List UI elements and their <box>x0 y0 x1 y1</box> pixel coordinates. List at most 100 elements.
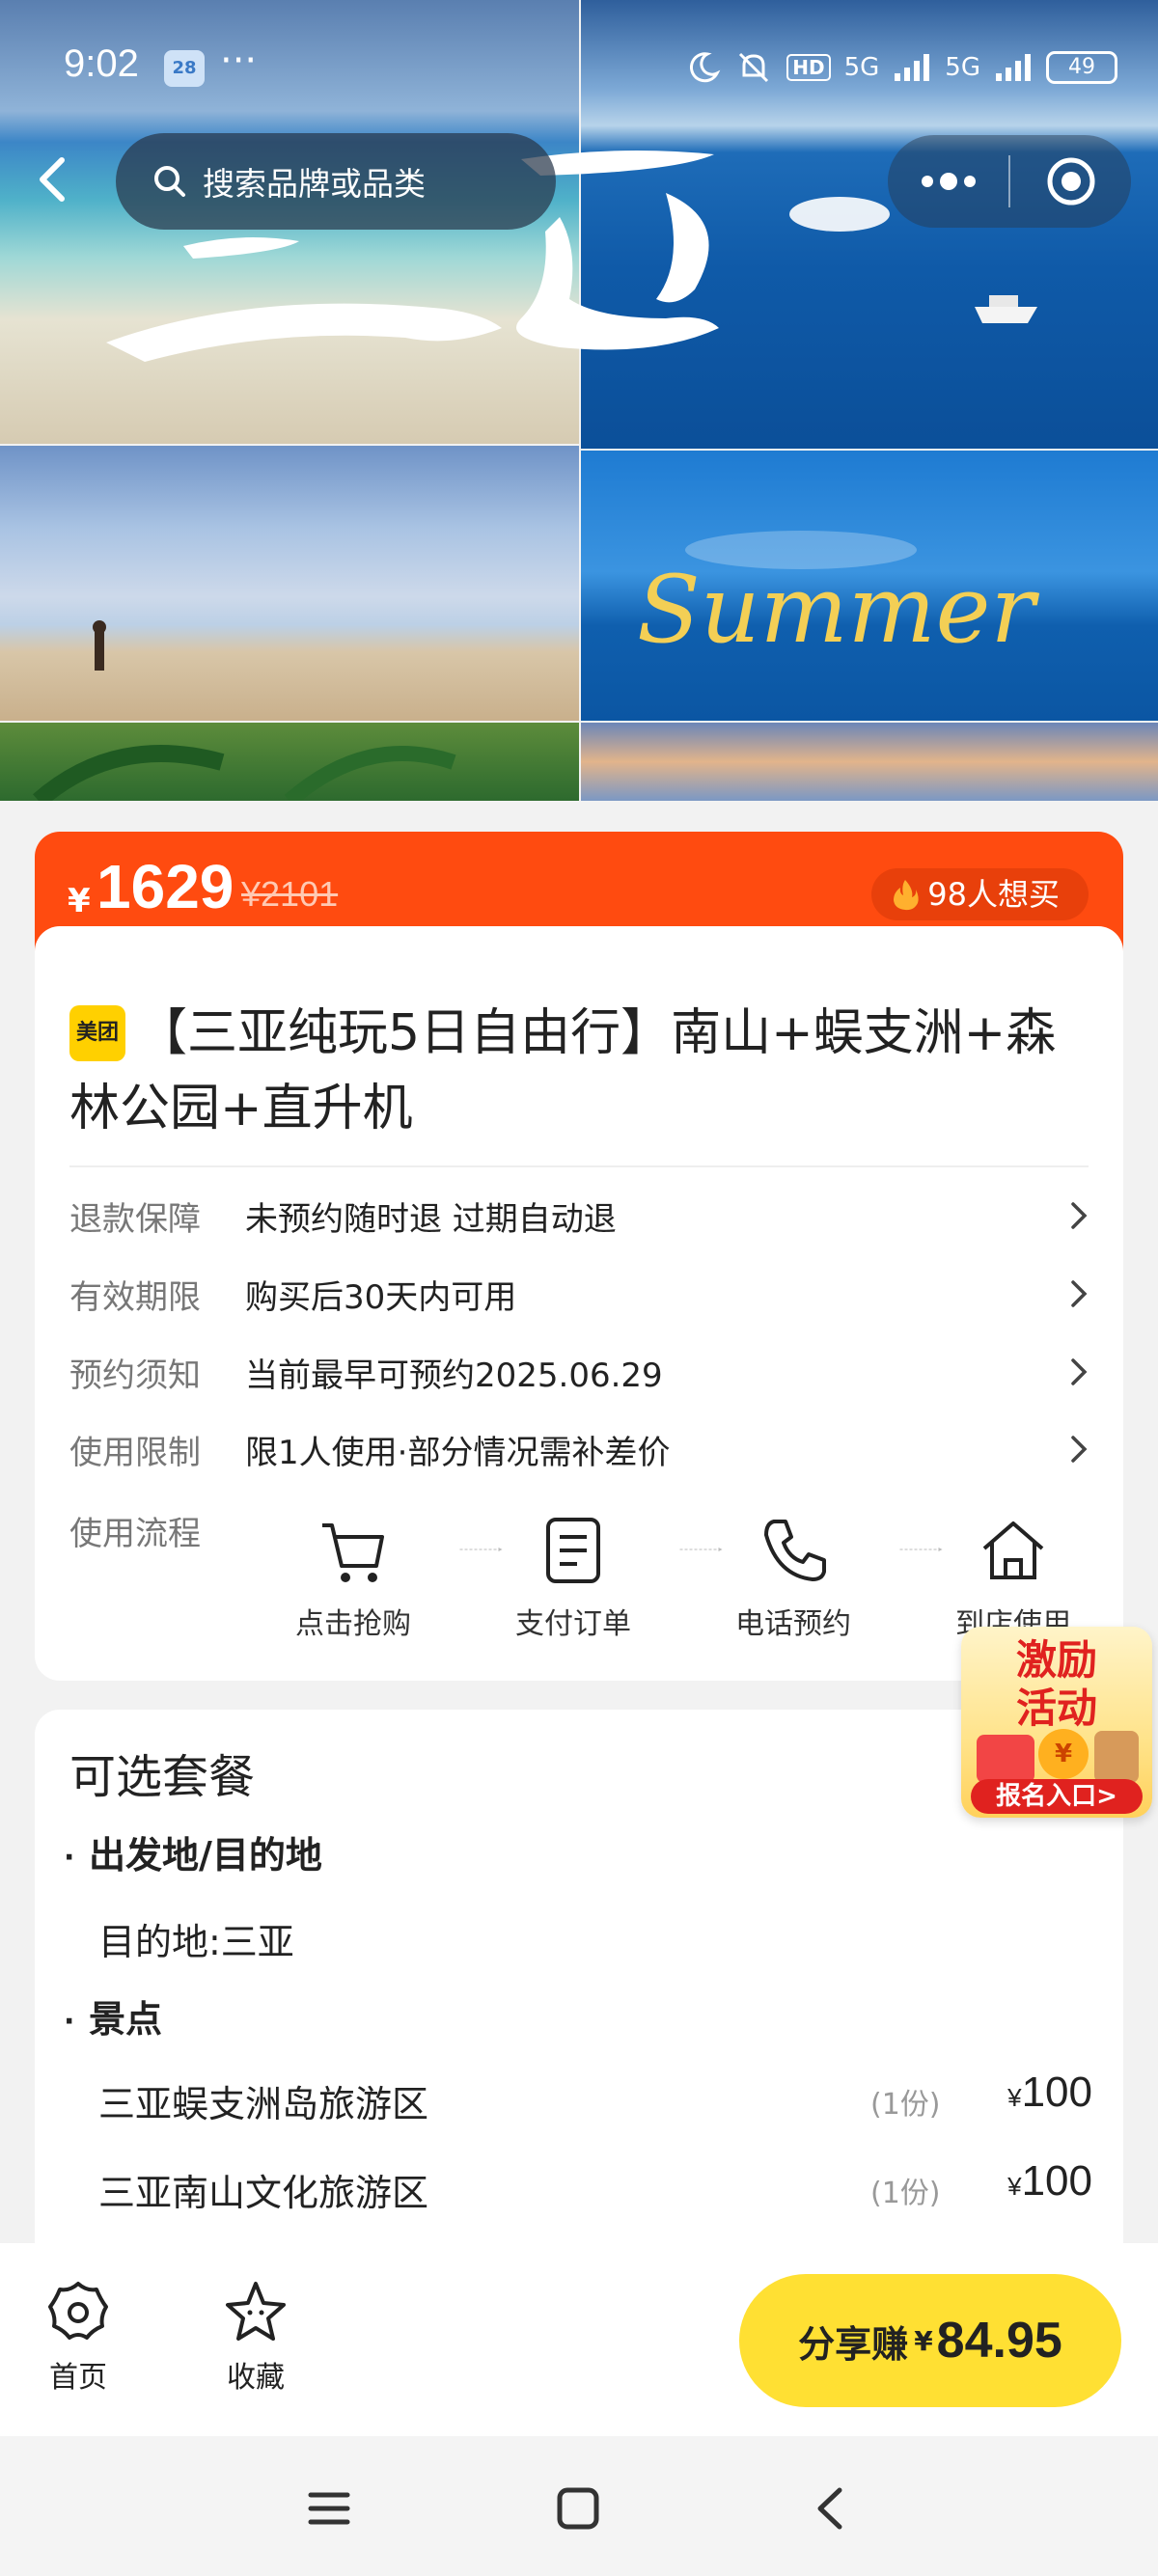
current-price: 1629 <box>96 852 234 921</box>
info-value: 未预约随时退 过期自动退 <box>245 1199 617 1239</box>
flow-step: 到店使用 <box>936 1507 1090 1642</box>
network-label-1: 5G <box>843 53 880 82</box>
close-mini-program-button[interactable] <box>1010 135 1131 228</box>
chevron-right-icon <box>1071 1436 1088 1463</box>
menu-icon <box>308 2492 350 2525</box>
product-info-card: ¥ 1629 ¥2101 98人想买 美团 【三亚纯玩5日自由行】南山+蜈支洲+森… <box>35 832 1123 1681</box>
share-amount: 84.95 <box>936 2313 1062 2369</box>
back-button[interactable] <box>25 151 83 208</box>
promo-line-2: 活动 <box>1015 1685 1097 1732</box>
incentive-promo-widget[interactable]: 激励 活动 ¥ 报名入口> <box>961 1627 1152 1818</box>
spot-price: ¥100 <box>1007 2157 1092 2206</box>
spot-row: 三亚蜈支洲岛旅游区 (1份) ¥100 <box>98 2069 1092 2132</box>
section-heading-text: 景点 <box>89 1998 163 2041</box>
gift-icon <box>977 1735 1034 1783</box>
flow-label: 使用流程 <box>69 1515 201 1553</box>
bullet-dot: · <box>64 2005 75 2039</box>
info-row-booking[interactable]: 预约须知 当前最早可预约2025.06.29 <box>69 1343 1092 1401</box>
promo-title: 激励 活动 <box>961 1636 1152 1733</box>
cart-icon <box>322 1523 384 1582</box>
spot-qty: (1份) <box>870 2088 941 2122</box>
home-square-icon <box>557 2487 599 2530</box>
section-heading-origin: · 出发地/目的地 <box>64 1825 322 1878</box>
flow-step: 支付订单 <box>496 1507 650 1642</box>
spot-row: 三亚南山文化旅游区 (1份) ¥100 <box>98 2157 1092 2221</box>
mute-bell-icon <box>739 52 769 83</box>
share-label: 分享赚 <box>798 2322 909 2366</box>
share-currency: ¥ <box>914 2324 933 2357</box>
chevron-right-icon <box>1071 1202 1088 1229</box>
info-label: 退款保障 <box>69 1199 201 1239</box>
spot-qty: (1份) <box>870 2177 941 2210</box>
document-icon <box>546 1518 600 1583</box>
record-circle-icon <box>1047 157 1094 206</box>
moon-icon <box>690 52 721 83</box>
system-navigation-bar <box>0 2436 1158 2576</box>
package-title: 可选套餐 <box>69 1750 256 1804</box>
status-more-dots: ··· <box>220 39 258 83</box>
network-label-2: 5G <box>945 53 980 82</box>
product-title-row: 美团 【三亚纯玩5日自由行】南山+蜈支洲+森林公园+直升机 <box>69 996 1092 1146</box>
home-tab-label: 首页 <box>49 2361 107 2395</box>
spot-price-value: 100 <box>1021 2157 1092 2205</box>
info-label: 有效期限 <box>69 1277 201 1317</box>
info-row-validity[interactable]: 有效期限 购买后30天内可用 <box>69 1265 1092 1323</box>
spot-currency: ¥ <box>1007 2083 1022 2112</box>
phone-icon <box>764 1520 826 1581</box>
flow-step: 电话预约 <box>716 1507 870 1642</box>
package-card: 可选套餐 · 出发地/目的地 目的地:三亚 · 景点 三亚蜈支洲岛旅游区 (1份) … <box>35 1710 1123 2250</box>
home-button[interactable] <box>544 2475 612 2542</box>
back-icon <box>817 2487 842 2530</box>
mini-program-capsule <box>888 135 1131 228</box>
product-title: 【三亚纯玩5日自由行】南山+蜈支洲+森林公园+直升机 <box>69 1004 1057 1137</box>
more-button[interactable] <box>888 135 1008 228</box>
flow-step-label: 点击抢购 <box>295 1607 411 1641</box>
share-earn-button[interactable]: 分享赚 ¥ 84.95 <box>739 2274 1121 2407</box>
info-value: 限1人使用·部分情况需补差价 <box>245 1433 671 1472</box>
star-icon <box>226 2282 286 2341</box>
info-row-refund[interactable]: 退款保障 未预约随时退 过期自动退 <box>69 1187 1092 1245</box>
search-icon <box>154 166 185 197</box>
want-count-badge: 98人想买 <box>871 868 1089 920</box>
section-heading-spots: · 景点 <box>64 1989 162 2042</box>
flow-step-label: 支付订单 <box>515 1607 631 1641</box>
signal-icon <box>895 54 930 81</box>
battery-icon: 49 <box>1046 51 1117 84</box>
system-back-button[interactable] <box>797 2475 865 2542</box>
search-placeholder: 搜索品牌或品类 <box>203 165 426 203</box>
chevron-right-icon <box>1071 1358 1088 1385</box>
info-row-restriction[interactable]: 使用限制 限1人使用·部分情况需补差价 <box>69 1420 1092 1478</box>
spot-price: ¥100 <box>1007 2069 1092 2117</box>
divider <box>69 1165 1089 1167</box>
search-bar[interactable]: 搜索品牌或品类 <box>116 133 556 230</box>
favorite-tab[interactable]: 收藏 <box>203 2278 309 2396</box>
favorite-tab-label: 收藏 <box>227 2361 285 2395</box>
hd-badge: HD <box>786 54 831 81</box>
bullet-dot: · <box>64 1841 75 1875</box>
spot-name: 三亚南山文化旅游区 <box>98 2172 429 2214</box>
cup-icon <box>1094 1731 1139 1783</box>
spot-currency: ¥ <box>1007 2172 1022 2201</box>
back-arrow-icon <box>40 157 65 202</box>
status-bar: 9:02 28 ··· HD 5G 5G 49 <box>0 0 1158 135</box>
promo-signup-button[interactable]: 报名入口> <box>971 1779 1143 1814</box>
promo-line-1: 激励 <box>1015 1636 1097 1684</box>
menu-button[interactable] <box>295 2475 363 2542</box>
home-tab[interactable]: 首页 <box>25 2278 131 2396</box>
info-label: 预约须知 <box>69 1356 201 1395</box>
original-price: ¥2101 <box>241 874 339 914</box>
section-heading-text: 出发地/目的地 <box>89 1834 322 1877</box>
spot-price-value: 100 <box>1021 2069 1092 2116</box>
meituan-badge: 美团 <box>69 1005 125 1061</box>
status-time: 9:02 <box>64 42 139 85</box>
bottom-action-bar: 首页 收藏 分享赚 ¥ 84.95 <box>0 2243 1158 2436</box>
info-value: 当前最早可预约2025.06.29 <box>245 1356 663 1395</box>
signal-icon-2 <box>996 54 1031 81</box>
page: Summer 9:02 28 ··· HD 5G 5G 49 搜索品牌或品类 ¥… <box>0 0 1158 2576</box>
info-label: 使用限制 <box>69 1433 201 1472</box>
home-icon <box>982 1521 1044 1579</box>
home-flower-icon <box>48 2282 108 2340</box>
more-dots-icon <box>921 173 976 190</box>
usage-flow: 点击抢购 支付订单 电话预约 到店使用 <box>276 1507 1125 1641</box>
fire-icon <box>894 880 919 911</box>
